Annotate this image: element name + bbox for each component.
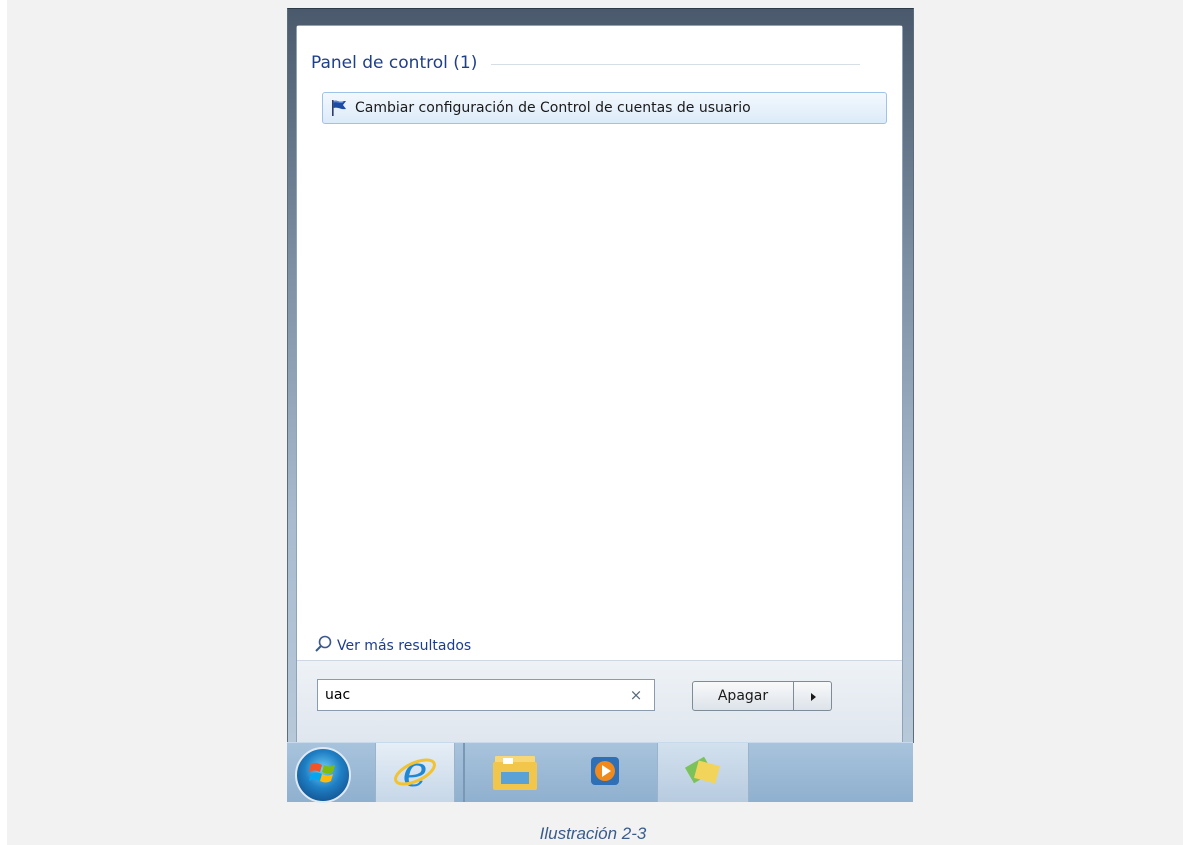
windows-logo-icon: [308, 758, 338, 792]
shutdown-options-button[interactable]: [794, 681, 832, 711]
search-results: Panel de control (1) Cambiar configuraci…: [297, 26, 902, 660]
taskbar-item-internet-explorer[interactable]: e: [375, 743, 455, 802]
taskbar-item-windows-explorer[interactable]: [477, 743, 553, 802]
shutdown-group: Apagar: [692, 681, 832, 711]
start-menu-bottom-bar: uac × Apagar: [297, 660, 902, 744]
ie-icon: e: [392, 747, 438, 798]
uac-flag-icon: [329, 98, 349, 118]
chevron-right-icon: [808, 687, 818, 706]
results-group-header: Panel de control (1): [311, 51, 860, 75]
search-icon: [313, 634, 333, 658]
search-input[interactable]: uac ×: [317, 679, 655, 711]
figure-caption: Ilustración 2-3: [539, 824, 647, 843]
start-menu: Panel de control (1) Cambiar configuraci…: [287, 8, 914, 744]
search-input-value[interactable]: uac: [318, 687, 624, 703]
result-item-label: Cambiar configuración de Control de cuen…: [355, 100, 751, 116]
taskbar-item-photo-viewer[interactable]: [657, 743, 749, 802]
see-more-results-label: Ver más resultados: [337, 638, 472, 654]
start-menu-panel: Panel de control (1) Cambiar configuraci…: [296, 25, 903, 744]
result-item-uac-settings[interactable]: Cambiar configuración de Control de cuen…: [322, 92, 887, 124]
group-divider: [491, 63, 860, 65]
photo-icon: [680, 751, 726, 795]
taskbar: e: [287, 742, 913, 803]
group-title[interactable]: Panel de control (1): [311, 53, 477, 73]
see-more-results-link[interactable]: Ver más resultados: [313, 635, 471, 657]
taskbar-item-media-player[interactable]: [567, 743, 643, 802]
clear-search-button[interactable]: ×: [624, 683, 648, 707]
svg-text:e: e: [403, 748, 428, 794]
start-button[interactable]: [295, 747, 351, 803]
media-player-icon: [585, 751, 625, 795]
taskbar-separator: [463, 743, 465, 802]
folder-icon: [491, 748, 539, 798]
shutdown-button[interactable]: Apagar: [692, 681, 794, 711]
